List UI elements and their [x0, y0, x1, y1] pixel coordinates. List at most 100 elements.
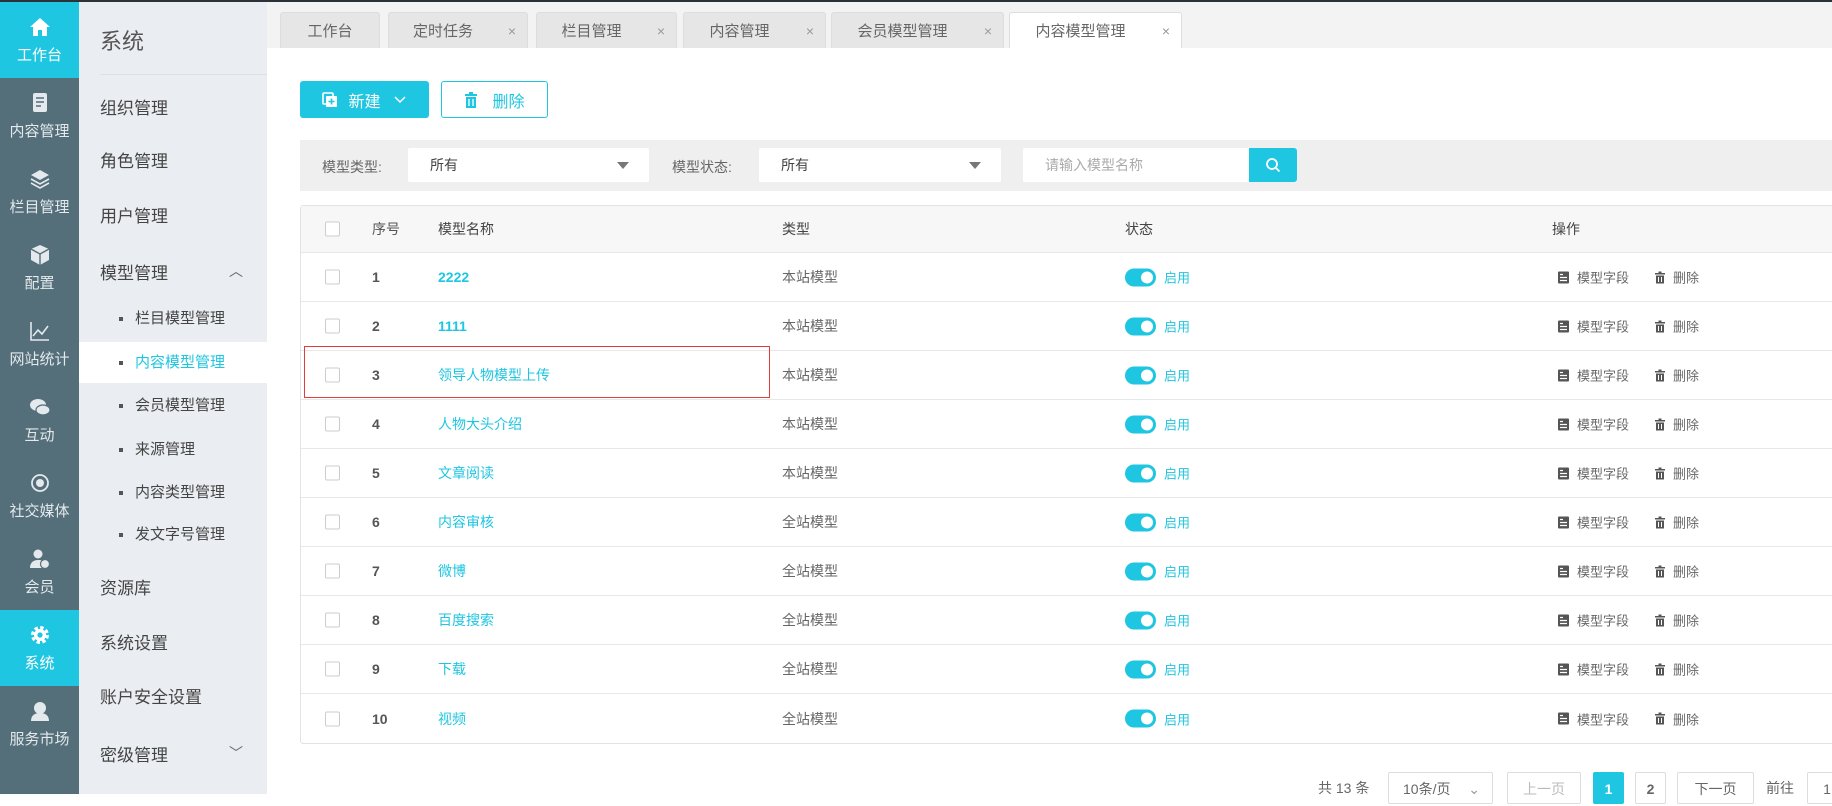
status-toggle[interactable] — [1125, 562, 1156, 580]
status-toggle[interactable] — [1125, 513, 1156, 531]
model-fields-button[interactable]: 模型字段 — [1558, 709, 1629, 728]
model-name-link[interactable]: 百度搜索 — [438, 610, 494, 630]
model-name-link[interactable]: 1111 — [438, 318, 467, 334]
model-fields-button[interactable]: 模型字段 — [1558, 562, 1629, 581]
tab-workbench[interactable]: 工作台 — [280, 12, 380, 48]
model-fields-button[interactable]: 模型字段 — [1558, 366, 1629, 385]
sub-nav-item-role[interactable]: 角色管理 — [100, 147, 267, 172]
main-nav-item[interactable]: 服务市场 — [0, 686, 79, 762]
sub-nav-sub-item[interactable]: 内容类型管理 — [79, 472, 267, 513]
main-nav-item[interactable]: 系统 — [0, 610, 79, 686]
main-nav-item[interactable]: 配置 — [0, 230, 79, 306]
delete-button[interactable]: 删除 — [441, 81, 548, 118]
main-nav-item[interactable]: 栏目管理 — [0, 154, 79, 230]
row-checkbox[interactable] — [325, 416, 340, 432]
main-nav-item[interactable]: 会员 — [0, 534, 79, 610]
model-fields-button[interactable]: 模型字段 — [1558, 660, 1629, 679]
model-name-link[interactable]: 2222 — [438, 269, 469, 285]
sub-nav-item-security[interactable]: 账户安全设置 — [100, 683, 267, 708]
model-name-link[interactable]: 下载 — [438, 659, 466, 679]
prev-page-button[interactable]: 上一页 — [1507, 772, 1581, 804]
row-checkbox[interactable] — [325, 711, 340, 726]
tab-member-model[interactable]: 会员模型管理 × — [831, 12, 1004, 48]
page-button[interactable]: 1 — [1593, 772, 1624, 804]
search-button[interactable] — [1249, 148, 1297, 182]
row-checkbox[interactable] — [325, 612, 340, 628]
row-delete-button[interactable]: 删除 — [1655, 366, 1699, 385]
status-toggle[interactable] — [1125, 317, 1156, 335]
status-toggle[interactable] — [1125, 660, 1156, 678]
close-icon[interactable]: × — [795, 23, 825, 39]
row-delete-button[interactable]: 删除 — [1655, 317, 1699, 336]
row-checkbox[interactable] — [325, 465, 340, 481]
model-fields-button[interactable]: 模型字段 — [1558, 464, 1629, 483]
model-name-link[interactable]: 微博 — [438, 561, 466, 581]
model-name-search-input[interactable] — [1023, 148, 1249, 182]
sub-nav-item-user[interactable]: 用户管理 — [100, 202, 267, 227]
model-fields-button[interactable]: 模型字段 — [1558, 317, 1629, 336]
row-delete-button[interactable]: 删除 — [1655, 513, 1699, 532]
row-delete-button[interactable]: 删除 — [1655, 415, 1699, 434]
sub-nav-sub-item[interactable]: 来源管理 — [79, 429, 267, 470]
page-size-value: 10条/页 — [1403, 781, 1451, 797]
sub-nav-item-org[interactable]: 组织管理 — [100, 94, 267, 119]
row-delete-button[interactable]: 删除 — [1655, 611, 1699, 630]
row-checkbox[interactable] — [325, 514, 340, 530]
status-toggle[interactable] — [1125, 709, 1156, 728]
status-toggle[interactable] — [1125, 464, 1156, 482]
status-toggle[interactable] — [1125, 611, 1156, 629]
sub-nav-sub-item[interactable]: 栏目模型管理 — [79, 298, 267, 339]
model-name-link[interactable]: 文章阅读 — [438, 463, 494, 483]
status-toggle[interactable] — [1125, 366, 1156, 384]
model-name-link[interactable]: 领导人物模型上传 — [438, 365, 550, 385]
main-nav-item[interactable]: 工作台 — [0, 2, 79, 78]
model-name-link[interactable]: 视频 — [438, 709, 466, 729]
main-nav-item[interactable]: 内容管理 — [0, 78, 79, 154]
page-size-select[interactable]: 10条/页 ⌄ — [1388, 772, 1493, 804]
close-icon[interactable]: × — [973, 23, 1003, 39]
sub-nav-item-model[interactable]: 模型管理 ︿ — [100, 259, 267, 284]
row-delete-button[interactable]: 删除 — [1655, 709, 1699, 728]
model-fields-button[interactable]: 模型字段 — [1558, 611, 1629, 630]
page-button[interactable]: 2 — [1635, 772, 1666, 804]
row-checkbox[interactable] — [325, 661, 340, 677]
row-checkbox[interactable] — [325, 367, 340, 383]
sub-nav-item-resources[interactable]: 资源库 — [100, 574, 267, 599]
sub-nav-item-settings[interactable]: 系统设置 — [100, 629, 267, 654]
row-delete-button[interactable]: 删除 — [1655, 464, 1699, 483]
main-nav-item[interactable]: 互动 — [0, 382, 79, 458]
tab-content-model[interactable]: 内容模型管理 × — [1009, 12, 1182, 48]
main-nav-item[interactable]: 社交媒体 — [0, 458, 79, 534]
select-all-checkbox[interactable] — [325, 221, 340, 237]
sub-nav-item-secret[interactable]: 密级管理 ﹀ — [100, 741, 267, 766]
status-toggle[interactable] — [1125, 268, 1156, 286]
row-checkbox[interactable] — [325, 269, 340, 285]
status-toggle[interactable] — [1125, 415, 1156, 433]
model-name-link[interactable]: 人物大头介绍 — [438, 414, 522, 434]
sub-nav-sub-item[interactable]: 会员模型管理 — [79, 385, 267, 426]
model-name-link[interactable]: 内容审核 — [438, 512, 494, 532]
row-delete-button[interactable]: 删除 — [1655, 562, 1699, 581]
sub-nav-sub-item-active[interactable]: 内容模型管理 — [79, 342, 267, 383]
model-fields-button[interactable]: 模型字段 — [1558, 268, 1629, 287]
model-type-select[interactable]: 所有 — [408, 148, 649, 182]
new-button[interactable]: 新建 — [300, 81, 429, 118]
model-status-select[interactable]: 所有 — [759, 148, 1001, 182]
model-type: 本站模型 — [782, 367, 838, 383]
tab-content[interactable]: 内容管理 × — [683, 12, 826, 48]
model-fields-button[interactable]: 模型字段 — [1558, 415, 1629, 434]
row-checkbox[interactable] — [325, 563, 340, 579]
row-delete-button[interactable]: 删除 — [1655, 268, 1699, 287]
close-icon[interactable]: × — [497, 23, 527, 39]
goto-page-input[interactable]: 1 — [1807, 772, 1832, 804]
sub-nav-sub-item[interactable]: 发文字号管理 — [79, 514, 267, 555]
close-icon[interactable]: × — [646, 23, 676, 39]
tab-column[interactable]: 栏目管理 × — [536, 12, 677, 48]
model-fields-button[interactable]: 模型字段 — [1558, 513, 1629, 532]
main-nav-item[interactable]: 网站统计 — [0, 306, 79, 382]
next-page-button[interactable]: 下一页 — [1677, 772, 1754, 804]
close-icon[interactable]: × — [1151, 23, 1181, 39]
tab-scheduled[interactable]: 定时任务 × — [388, 12, 528, 48]
row-delete-button[interactable]: 删除 — [1655, 660, 1699, 679]
row-checkbox[interactable] — [325, 318, 340, 334]
